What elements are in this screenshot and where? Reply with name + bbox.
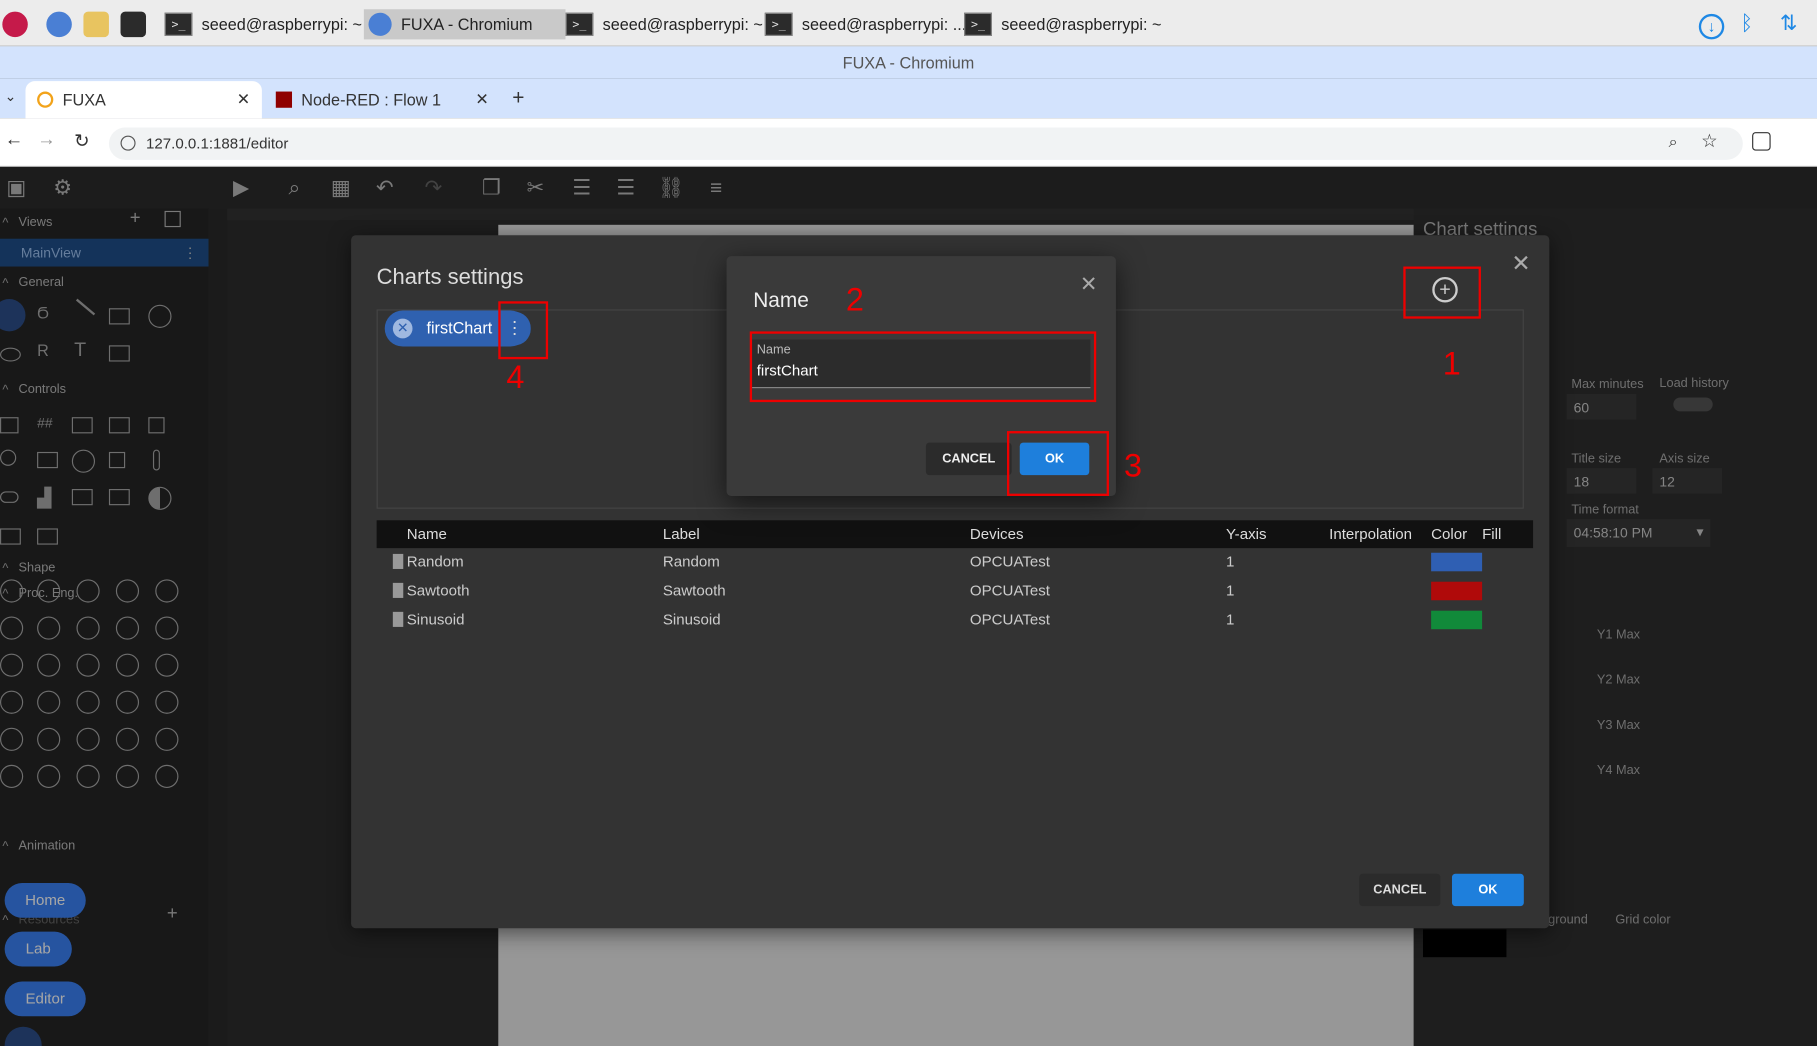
- name-cancel-button[interactable]: CANCEL: [925, 442, 1012, 476]
- tab-search-chevron-icon[interactable]: ⌄: [5, 88, 17, 104]
- charts-cancel-button[interactable]: CANCEL: [1359, 873, 1441, 907]
- browser-tab-fuxa[interactable]: FUXA ✕: [25, 81, 262, 119]
- annotation-box-1: [1403, 266, 1481, 319]
- back-icon[interactable]: ←: [5, 130, 24, 151]
- col-color: Color: [1431, 524, 1468, 543]
- bluetooth-icon[interactable]: ᛒ: [1741, 12, 1754, 36]
- table-row[interactable]: Sinusoid Sinusoid OPCUATest 1: [377, 606, 1533, 635]
- network-icon[interactable]: ⇅: [1780, 12, 1797, 36]
- remove-chip-icon[interactable]: ✕: [392, 318, 413, 339]
- row-device: OPCUATest: [969, 552, 1050, 571]
- annotation-number: 1: [1442, 345, 1461, 382]
- taskbar-task-terminal-2[interactable]: >_ seeed@raspberrypi: ~: [565, 9, 763, 39]
- os-taskbar: >_ seeed@raspberrypi: ~ FUXA - Chromium >…: [0, 0, 1817, 47]
- url-field[interactable]: 127.0.0.1:1881/editor: [108, 127, 1743, 160]
- forward-icon[interactable]: →: [37, 130, 56, 151]
- table-header: Name Label Devices Y-axis Interpolation …: [376, 520, 1534, 549]
- nodered-favicon-icon: [275, 91, 293, 108]
- col-fill: Fill: [1482, 524, 1502, 543]
- chart-lines-table: Name Label Devices Y-axis Interpolation …: [376, 520, 1534, 635]
- close-icon[interactable]: ✕: [1511, 249, 1530, 278]
- row-yaxis: 1: [1226, 581, 1235, 600]
- annotation-box-3: [1006, 431, 1109, 496]
- raspberry-menu-icon[interactable]: [2, 11, 28, 38]
- row-color-swatch[interactable]: [1431, 610, 1483, 630]
- download-icon[interactable]: ↓: [1698, 13, 1725, 40]
- row-label: Random: [662, 552, 720, 571]
- row-name: Random: [406, 552, 464, 571]
- row-name: Sinusoid: [406, 610, 465, 629]
- reload-icon[interactable]: ↻: [74, 130, 90, 153]
- zoom-icon[interactable]: ⌕: [1669, 132, 1678, 152]
- taskbar-task-chromium[interactable]: FUXA - Chromium: [363, 9, 566, 40]
- terminal-icon: >_: [964, 12, 992, 36]
- close-tab-icon[interactable]: ✕: [475, 89, 489, 109]
- terminal-icon: >_: [764, 12, 793, 36]
- taskbar-task-terminal-1[interactable]: >_ seeed@raspberrypi: ~: [164, 9, 362, 39]
- col-yaxis: Y-axis: [1226, 524, 1267, 543]
- col-interpolation: Interpolation: [1329, 524, 1413, 543]
- row-yaxis: 1: [1226, 610, 1235, 629]
- name-dialog-title: Name: [753, 288, 809, 312]
- row-color-swatch[interactable]: [1431, 552, 1483, 572]
- new-tab-button[interactable]: +: [512, 86, 524, 110]
- terminal-icon: >_: [164, 12, 193, 36]
- close-icon[interactable]: ✕: [1080, 272, 1097, 296]
- row-label: Sawtooth: [662, 581, 726, 600]
- delete-icon[interactable]: [392, 582, 404, 598]
- col-name: Name: [406, 524, 447, 543]
- annotation-number: 4: [506, 359, 525, 396]
- col-devices: Devices: [969, 524, 1024, 543]
- terminal-launcher-icon[interactable]: [120, 11, 147, 38]
- charts-ok-button[interactable]: OK: [1451, 873, 1524, 907]
- row-device: OPCUATest: [969, 581, 1050, 600]
- file-manager-icon[interactable]: [83, 11, 109, 38]
- fuxa-favicon-icon: [37, 91, 54, 108]
- table-row[interactable]: Sawtooth Sawtooth OPCUATest 1: [377, 577, 1533, 606]
- annotation-box-4: [498, 301, 549, 360]
- row-color-swatch[interactable]: [1431, 581, 1483, 601]
- window-title: FUXA - Chromium: [0, 46, 1817, 79]
- delete-icon[interactable]: [392, 553, 404, 569]
- chromium-icon: [368, 12, 392, 36]
- dialog-title: Charts settings: [376, 265, 524, 290]
- browser-tab-strip: ⌄ FUXA ✕ Node-RED : Flow 1 ✕ +: [0, 78, 1817, 119]
- col-label: Label: [662, 524, 700, 543]
- bookmark-star-icon[interactable]: ☆: [1701, 130, 1718, 153]
- site-info-icon[interactable]: [120, 135, 136, 151]
- annotation-box-2: [749, 331, 1097, 403]
- address-toolbar: ← → ↻ 127.0.0.1:1881/editor ⌕ ☆: [0, 118, 1817, 167]
- table-row[interactable]: Random Random OPCUATest 1: [377, 548, 1533, 577]
- taskbar-task-terminal-4[interactable]: >_ seeed@raspberrypi: ~: [964, 9, 1162, 39]
- browser-tab-nodered[interactable]: Node-RED : Flow 1 ✕: [264, 81, 500, 118]
- row-device: OPCUATest: [969, 610, 1050, 629]
- row-name: Sawtooth: [406, 581, 470, 600]
- delete-icon[interactable]: [392, 611, 404, 627]
- row-label: Sinusoid: [662, 610, 721, 629]
- annotation-number: 2: [845, 281, 864, 318]
- annotation-number: 3: [1124, 447, 1143, 484]
- close-tab-icon[interactable]: ✕: [237, 89, 251, 109]
- terminal-icon: >_: [565, 12, 594, 36]
- row-yaxis: 1: [1226, 552, 1235, 571]
- extensions-icon[interactable]: [1752, 132, 1771, 151]
- taskbar-task-terminal-3[interactable]: >_ seeed@raspberrypi: ...: [764, 9, 966, 39]
- browser-launcher-icon[interactable]: [46, 11, 72, 38]
